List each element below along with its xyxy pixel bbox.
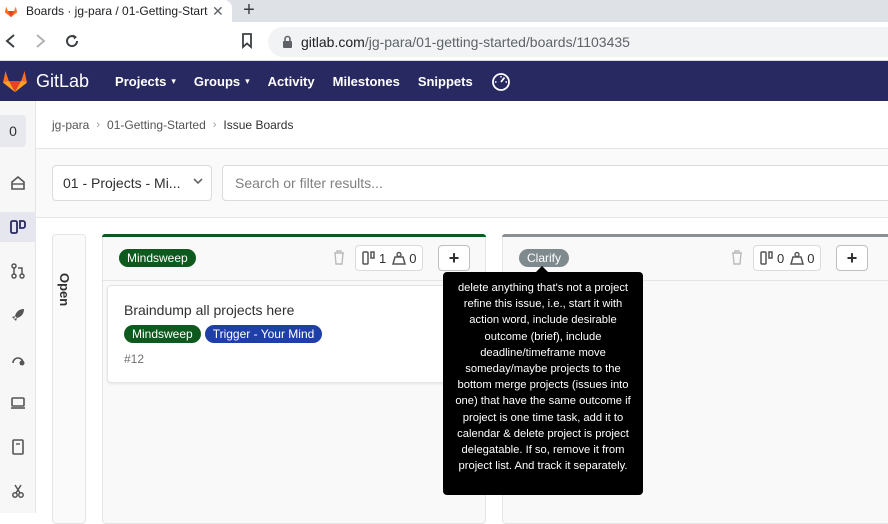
snippets-icon[interactable] [0,476,36,506]
new-tab-button[interactable]: + [238,0,260,22]
tanuki-icon [3,71,27,92]
breadcrumb-item-current[interactable]: Issue Boards [223,118,293,132]
url-text: gitlab.com/jg-para/01-getting-started/bo… [301,34,630,50]
gitlab-favicon-icon [4,6,18,18]
gitlab-logo[interactable]: GitLab [2,69,89,93]
nav-projects[interactable]: Projects ▾ [115,74,176,89]
nav-groups-label: Groups [193,73,241,89]
chevron-down-icon: ▾ [171,75,176,86]
home-icon[interactable] [0,168,36,198]
collapsed-list-open[interactable]: Open [52,234,86,524]
bookmark-icon[interactable] [236,30,258,52]
browser-toolbar: gitlab.com/jg-para/01-getting-started/bo… [0,22,888,61]
trash-icon[interactable] [730,249,744,265]
list-color-bar [502,234,888,237]
board-selector-value: 01 - Projects - Mi... [63,175,181,191]
url-host: gitlab.com [301,34,365,50]
chevron-right-icon: › [212,119,217,131]
issue-title[interactable]: Braindump all projects here [124,302,294,318]
issues-icon [760,251,773,265]
nav-groups[interactable]: Groups ▾ [194,74,250,89]
label-description-tooltip: delete anything that's not a project ref… [443,266,643,495]
label-mindsweep[interactable]: Mindsweep [124,325,201,343]
browser-tab[interactable]: Boards · jg-para / 01-Getting-Started ✕ [0,0,232,22]
list-header: Mindsweep 1 0 + [102,234,486,281]
nav-projects-label: Projects [115,73,167,89]
issue-card[interactable]: Braindump all projects here Mindsweep Tr… [107,285,479,383]
reload-icon[interactable] [61,30,83,52]
weight-count: 0 [409,250,417,266]
weight-icon [790,251,805,265]
monitor-icon[interactable] [0,388,36,418]
board-filter-bar: 01 - Projects - Mi... Search or filter r… [36,148,888,218]
label-trigger-your-mind[interactable]: Trigger - Your Mind [204,325,323,343]
add-issue-button[interactable]: + [836,245,868,271]
back-icon[interactable] [0,30,22,52]
breadcrumb-item-group[interactable]: jg-para [52,118,89,132]
list-color-bar [102,234,486,237]
list-counts: 0 0 [753,245,822,271]
address-bar[interactable]: gitlab.com/jg-para/01-getting-started/bo… [268,27,888,57]
add-issue-button[interactable]: + [438,245,470,271]
browser-tab-title: Boards · jg-para / 01-Getting-Started [26,4,208,18]
gitlab-navbar: GitLab Projects ▾ Groups ▾ Activity Milest… [0,61,888,101]
trash-icon[interactable] [332,249,346,265]
rocket-icon[interactable] [0,300,36,330]
main-nav: Projects ▾ Groups ▾ Activity Milestones Sn… [115,71,511,91]
board-selector-dropdown[interactable]: 01 - Projects - Mi... [52,165,212,201]
chevron-down-icon: ▾ [245,75,250,86]
nav-snippets[interactable]: Snippets [418,74,473,89]
tooltip-arrow [536,266,548,272]
forward-icon[interactable] [29,30,51,52]
board-icon[interactable] [0,212,36,242]
issue-count: 0 [777,250,785,266]
breadcrumb: jg-para › 01-Getting-Started › Issue Boa… [52,118,293,132]
chevron-down-icon [193,176,203,188]
list-counts: 1 0 [355,245,424,271]
close-tab-icon[interactable]: ✕ [212,3,224,20]
issues-icon [362,251,375,265]
project-avatar[interactable]: 0 [0,115,26,147]
chevron-right-icon: › [96,119,101,131]
list-label-mindsweep[interactable]: Mindsweep [119,249,196,267]
performance-bar-icon[interactable] [491,71,511,91]
url-path: /jg-para/01-getting-started/boards/11034… [364,34,630,50]
nav-milestones[interactable]: Milestones [333,74,400,89]
merge-request-icon[interactable] [0,256,36,286]
list-label-clarify[interactable]: Clarify [519,249,570,267]
breadcrumb-item-project[interactable]: 01-Getting-Started [107,118,206,132]
weight-count: 0 [807,250,815,266]
collapsed-list-title: Open [57,273,72,307]
wiki-icon[interactable] [0,432,36,462]
lock-icon [283,35,292,48]
browser-tab-bar: Boards · jg-para / 01-Getting-Started ✕ … [0,0,888,22]
issue-reference: #12 [124,352,145,366]
issue-labels: Mindsweep Trigger - Your Mind [124,325,323,343]
issue-count: 1 [379,250,387,266]
search-filter-input[interactable]: Search or filter results... [222,165,888,201]
board-list-mindsweep: Mindsweep 1 0 + Braindump all projects h… [102,234,486,524]
project-sidebar: 0 [0,101,36,513]
weight-icon [392,251,407,265]
ops-icon[interactable] [0,344,36,374]
gitlab-wordmark: GitLab [36,70,90,91]
tooltip-text: delete anything that's not a project ref… [455,282,631,473]
nav-activity[interactable]: Activity [268,74,315,89]
